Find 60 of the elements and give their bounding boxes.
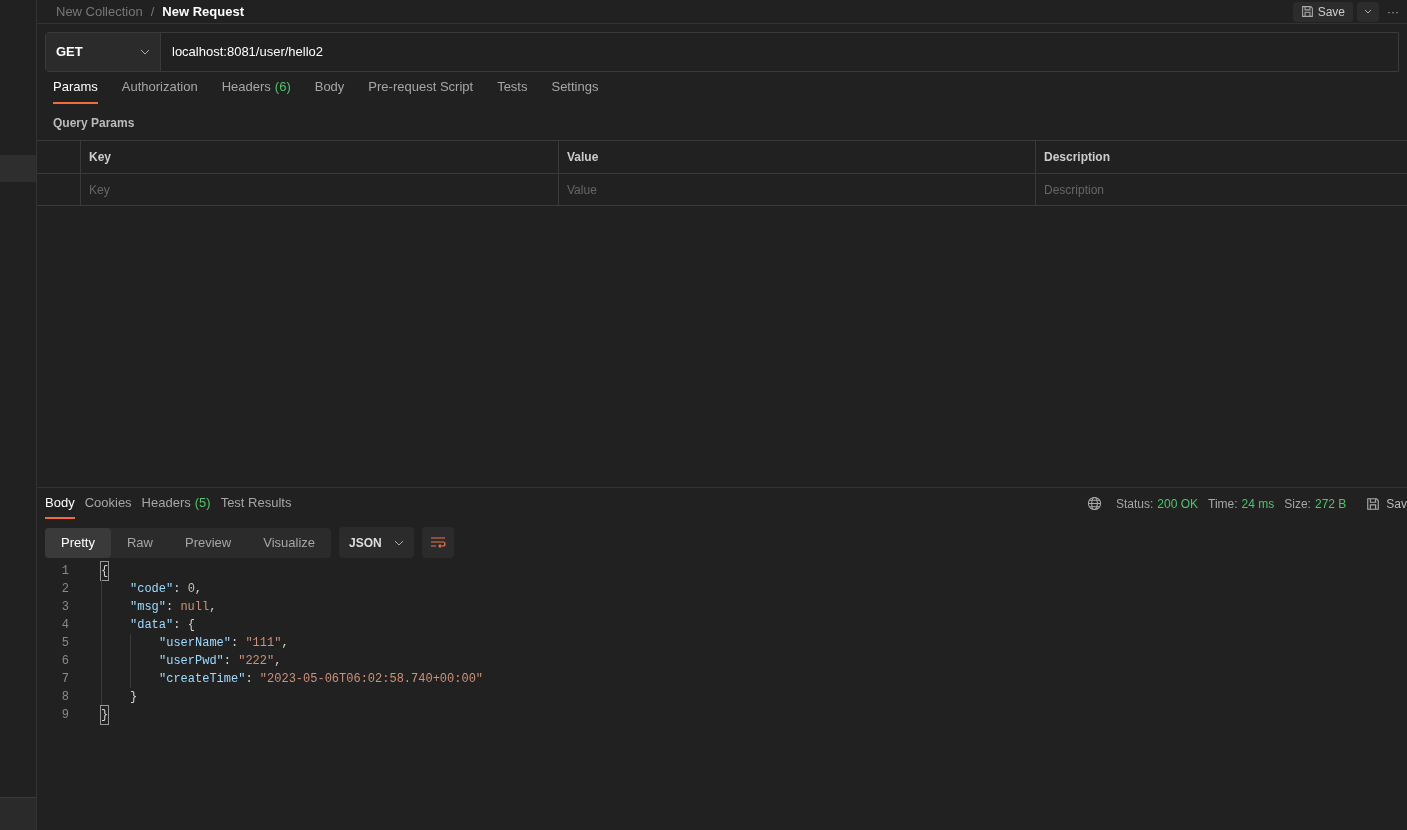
meta-label: Time: (1208, 495, 1238, 513)
line-number: 9 (60, 707, 70, 724)
line-number: 4 (60, 617, 70, 634)
tab[interactable]: Pre-request Script (368, 72, 474, 104)
code-line: "createTime": "2023-05-06T06:02:58.740+00:00" (159, 671, 484, 688)
section-title: Query Params (52, 115, 136, 132)
line-number: 7 (60, 671, 70, 688)
code-line: "code": 0, (130, 581, 203, 598)
code-line: } (101, 706, 109, 724)
breadcrumb-collection[interactable]: New Collection (56, 1, 143, 22)
meta-label: Status: (1115, 495, 1154, 513)
save-response-button[interactable]: Sav (1366, 494, 1407, 513)
code-line: { (101, 562, 109, 580)
breadcrumb-request: New Request (162, 2, 244, 21)
tab[interactable]: Settings (551, 72, 599, 104)
save-icon (1366, 496, 1381, 511)
format-dropdown[interactable]: JSON (339, 527, 414, 558)
tab[interactable]: Cookies (84, 488, 132, 519)
line-number: 6 (60, 653, 70, 670)
column-header: Description (1044, 149, 1110, 166)
view-mode-tab[interactable]: Visualize (247, 527, 332, 558)
meta-value: 200 OK (1157, 495, 1198, 513)
tab[interactable]: Tests (497, 72, 528, 104)
meta-value: 24 ms (1241, 495, 1275, 513)
param-input[interactable]: Key (81, 174, 558, 205)
tab[interactable]: Test Results (220, 488, 292, 519)
more-button[interactable]: ··· (1383, 2, 1403, 21)
globe-icon[interactable] (1086, 496, 1102, 511)
line-number: 8 (60, 689, 70, 706)
column-header: Key (89, 149, 111, 166)
param-input[interactable]: Value (559, 174, 1035, 205)
line-number: 2 (60, 581, 70, 598)
code-line: "data": { (130, 617, 195, 634)
chevron-down-icon (393, 539, 404, 546)
tab[interactable]: Headers (5) (141, 488, 211, 519)
wrap-lines-button[interactable] (421, 527, 454, 558)
code-line: "userPwd": "222", (159, 653, 282, 670)
line-number: 3 (60, 599, 70, 616)
save-button[interactable]: Save (1292, 1, 1353, 22)
line-number: 1 (60, 563, 70, 580)
wrap-lines-icon (429, 535, 446, 550)
tab[interactable]: Headers (6) (221, 72, 291, 104)
meta-value: 272 B (1314, 495, 1347, 513)
column-header: Value (567, 149, 599, 166)
code-line: "userName": "111", (159, 635, 289, 652)
breadcrumb-separator: / (150, 2, 155, 21)
line-number: 5 (60, 635, 70, 652)
save-icon (1300, 5, 1314, 18)
caret-icon (1364, 8, 1372, 15)
code-line: } (130, 689, 138, 706)
param-input[interactable]: Description (1036, 174, 1407, 205)
view-mode-tab[interactable]: Pretty (45, 527, 111, 558)
tab[interactable]: Body (45, 488, 75, 519)
tab[interactable]: Body (314, 72, 345, 104)
code-line: "msg": null, (130, 599, 217, 616)
view-mode-tab[interactable]: Raw (110, 527, 169, 558)
tab[interactable]: Authorization (121, 72, 198, 104)
meta-label: Size: (1284, 495, 1311, 513)
tab[interactable]: Params (53, 72, 98, 104)
view-mode-tab[interactable]: Preview (169, 527, 248, 558)
